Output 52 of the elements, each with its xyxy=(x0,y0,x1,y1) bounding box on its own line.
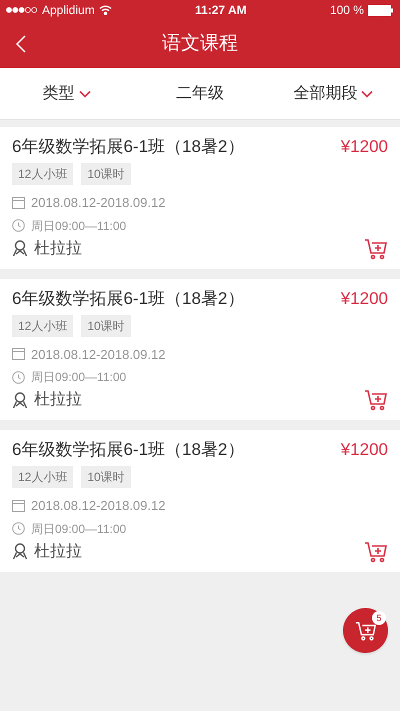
chevron-down-icon xyxy=(78,90,91,98)
cart-icon[interactable] xyxy=(354,620,376,642)
course-title: 6年级数学拓展6-1班（18暑2） xyxy=(12,439,244,461)
teacher-name: 杜拉拉 xyxy=(34,390,82,410)
clock-icon xyxy=(12,219,25,232)
person-icon xyxy=(12,543,28,560)
course-time: 周日09:00—11:00 xyxy=(31,218,126,234)
cart-add-icon[interactable] xyxy=(364,540,388,564)
course-price: ¥1200 xyxy=(340,439,388,461)
wifi-icon xyxy=(98,5,112,15)
filter-dropdown[interactable]: 全部期段 xyxy=(266,82,400,106)
clock-icon xyxy=(12,522,25,535)
teacher-name: 杜拉拉 xyxy=(34,542,82,562)
course-dates: 2018.08.12-2018.09.12 xyxy=(31,497,166,515)
page-title: 语文课程 xyxy=(162,32,238,56)
course-price: ¥1200 xyxy=(340,288,388,310)
signal-icon xyxy=(6,7,38,13)
battery-percent: 100 % xyxy=(330,2,364,19)
course-price: ¥1200 xyxy=(340,136,388,158)
calendar-icon xyxy=(12,196,25,209)
course-title: 6年级数学拓展6-1班（18暑2） xyxy=(12,288,244,310)
course-time: 周日09:00—11:00 xyxy=(31,520,126,538)
cart-button[interactable]: 5 xyxy=(343,608,388,653)
course-dates: 2018.08.12-2018.09.12 xyxy=(31,346,166,364)
filter-dropdown[interactable]: 类型 xyxy=(0,82,134,106)
course-tag: 10课时 xyxy=(81,163,131,185)
course-tag: 10课时 xyxy=(81,314,131,336)
course-card[interactable]: 6年级数学拓展6-1班（18暑2） ¥1200 12人小班 10课时 2018.08.12-2018.09.12 周日09:00—11:00 杜拉拉 xyxy=(0,430,400,572)
status-time: 11:27 AM xyxy=(195,2,247,19)
course-tag: 12人小班 xyxy=(12,466,74,488)
battery-icon xyxy=(368,4,394,16)
course-tag: 12人小班 xyxy=(12,163,74,185)
person-icon xyxy=(12,240,28,257)
course-time: 周日09:00—11:00 xyxy=(31,369,126,386)
clock-icon xyxy=(12,370,25,384)
course-tag: 10课时 xyxy=(81,466,131,488)
calendar-icon xyxy=(12,348,25,360)
filter-dropdown[interactable]: 二年级 xyxy=(133,82,267,106)
cart-count-badge: 5 xyxy=(372,611,386,625)
course-card[interactable]: 6年级数学拓展6-1班（18暑2） ¥1200 12人小班 10课时 2018.08.12-2018.09.12 周日09:00—11:00 杜拉拉 xyxy=(0,278,400,420)
cart-add-icon[interactable] xyxy=(364,388,388,412)
teacher-name: 杜拉拉 xyxy=(34,238,82,258)
cart-add-icon[interactable] xyxy=(364,236,388,260)
course-dates: 2018.08.12-2018.09.12 xyxy=(31,194,166,212)
carrier-name: Applidium xyxy=(42,2,95,19)
back-icon[interactable] xyxy=(16,35,26,53)
calendar-icon xyxy=(12,500,25,512)
chevron-down-icon xyxy=(361,90,374,98)
person-icon xyxy=(12,392,28,408)
course-card[interactable]: 6年级数学拓展6-1班（18暑2） ¥1200 12人小班 10课时 2018.08.12-2018.09.12 周日09:00—11:00 杜拉拉 xyxy=(0,127,400,268)
course-tag: 12人小班 xyxy=(12,314,74,336)
course-title: 6年级数学拓展6-1班（18暑2） xyxy=(12,136,244,158)
